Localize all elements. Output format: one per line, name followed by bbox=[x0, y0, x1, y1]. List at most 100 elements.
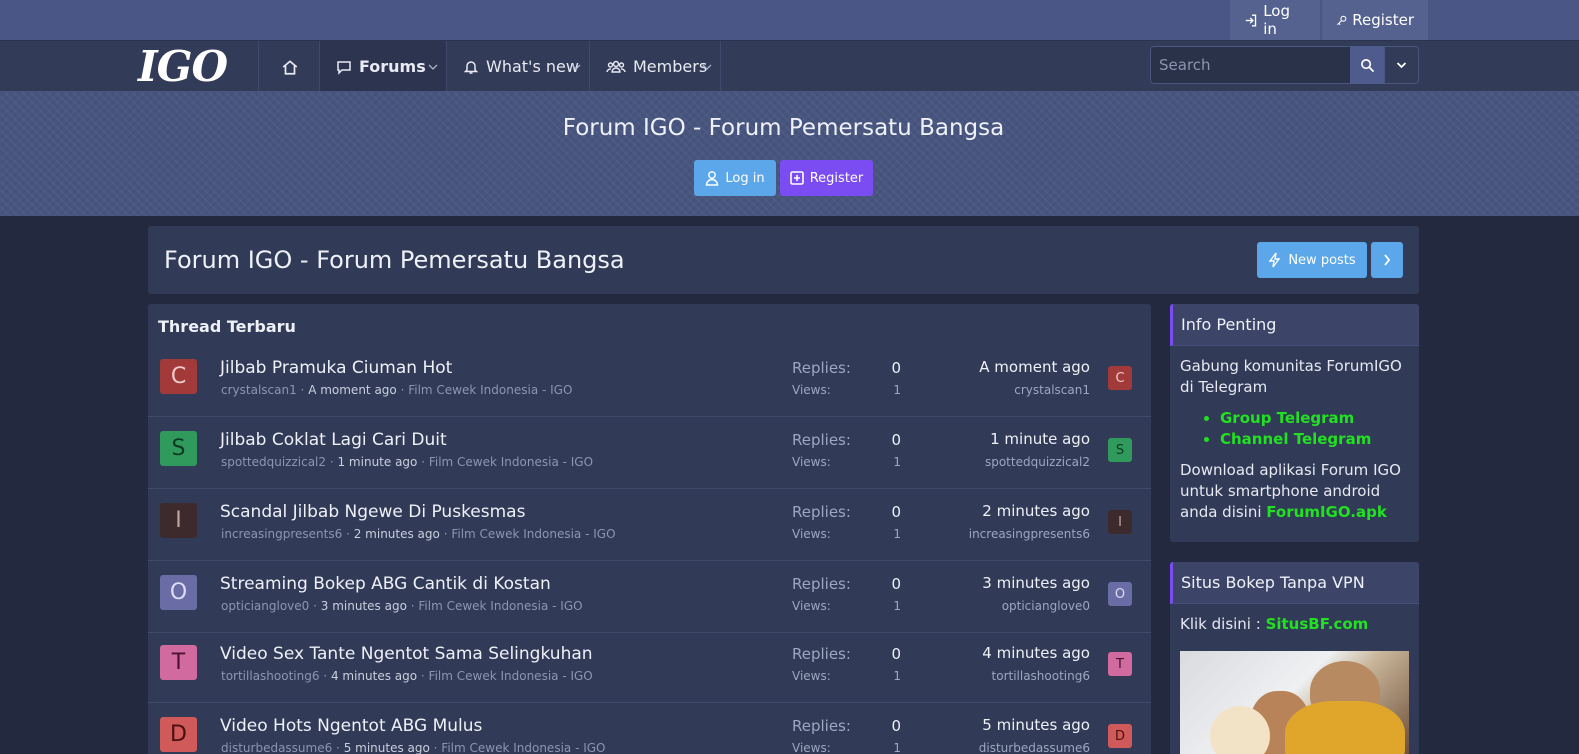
thread-author[interactable]: tortillashooting6 bbox=[221, 669, 319, 683]
last-post-user[interactable]: tortillashooting6 bbox=[928, 669, 1090, 683]
last-poster-avatar[interactable]: S bbox=[1108, 438, 1132, 462]
last-post-user[interactable]: spottedquizzical2 bbox=[928, 455, 1090, 469]
thread-forum[interactable]: Film Cewek Indonesia - IGO bbox=[429, 455, 593, 469]
last-post-user[interactable]: crystalscan1 bbox=[928, 383, 1090, 397]
tab-forums[interactable]: Forums bbox=[320, 41, 446, 92]
avatar[interactable]: T bbox=[160, 645, 197, 680]
thread-meta: spottedquizzical2 · 1 minute ago · Film … bbox=[221, 455, 594, 469]
vpn-site-link[interactable]: SitusBF.com bbox=[1266, 615, 1369, 633]
thread-time[interactable]: 5 minutes ago bbox=[344, 741, 430, 754]
last-poster-avatar[interactable]: D bbox=[1108, 724, 1132, 748]
search-input[interactable] bbox=[1150, 46, 1351, 84]
replies-count: 0 bbox=[891, 645, 901, 663]
thread-row[interactable]: T Video Sex Tante Ngentot Sama Selingkuh… bbox=[148, 632, 1151, 703]
banner-register-button[interactable]: Register bbox=[780, 160, 873, 196]
last-post-user[interactable]: disturbedassume6 bbox=[928, 741, 1090, 754]
last-post-time[interactable]: 5 minutes ago bbox=[928, 716, 1090, 734]
vpn-text: Klik disini : SitusBF.com bbox=[1180, 614, 1409, 635]
thread-author[interactable]: disturbedassume6 bbox=[221, 741, 332, 754]
top-register-link[interactable]: Register bbox=[1322, 0, 1428, 40]
thread-forum[interactable]: Film Cewek Indonesia - IGO bbox=[441, 741, 605, 754]
bolt-icon bbox=[1268, 252, 1281, 268]
search-options-button[interactable] bbox=[1384, 46, 1419, 84]
last-post-time[interactable]: 2 minutes ago bbox=[928, 502, 1090, 520]
thread-forum[interactable]: Film Cewek Indonesia - IGO bbox=[408, 383, 572, 397]
thread-row[interactable]: O Streaming Bokep ABG Cantik di Kostan o… bbox=[148, 562, 1151, 633]
thread-forum[interactable]: Film Cewek Indonesia - IGO bbox=[429, 669, 593, 683]
chevron-down-icon[interactable] bbox=[571, 63, 581, 71]
replies-label: Replies: bbox=[792, 503, 851, 521]
last-poster-avatar[interactable]: T bbox=[1108, 652, 1132, 676]
thread-time[interactable]: 2 minutes ago bbox=[354, 527, 440, 541]
views-count: 1 bbox=[893, 599, 901, 613]
site-logo[interactable]: IGO bbox=[138, 42, 228, 91]
thread-title[interactable]: Video Sex Tante Ngentot Sama Selingkuhan bbox=[220, 644, 593, 664]
tab-whats-new[interactable]: What's new bbox=[447, 41, 589, 92]
views-count: 1 bbox=[893, 669, 901, 683]
views-label: Views: bbox=[792, 455, 831, 469]
last-poster-avatar[interactable]: O bbox=[1108, 582, 1132, 606]
home-icon bbox=[282, 59, 298, 75]
tab-members[interactable]: Members bbox=[590, 41, 720, 92]
vpn-widget-title: Situs Bokep Tanpa VPN bbox=[1170, 562, 1419, 604]
thread-row[interactable]: S Jilbab Coklat Lagi Cari Duit spottedqu… bbox=[148, 418, 1151, 489]
avatar[interactable]: O bbox=[160, 575, 197, 610]
page-title: Forum IGO - Forum Pemersatu Bangsa bbox=[164, 246, 625, 274]
promo-image[interactable] bbox=[1180, 651, 1409, 754]
last-post-time[interactable]: 1 minute ago bbox=[928, 430, 1090, 448]
thread-time[interactable]: A moment ago bbox=[308, 383, 397, 397]
chevron-down-icon[interactable] bbox=[428, 63, 438, 71]
thread-forum[interactable]: Film Cewek Indonesia - IGO bbox=[418, 599, 582, 613]
thread-time[interactable]: 4 minutes ago bbox=[331, 669, 417, 683]
chevron-down-icon[interactable] bbox=[702, 63, 712, 71]
thread-title[interactable]: Scandal Jilbab Ngewe Di Puskesmas bbox=[220, 502, 525, 522]
thread-title[interactable]: Streaming Bokep ABG Cantik di Kostan bbox=[220, 574, 551, 594]
thread-forum[interactable]: Film Cewek Indonesia - IGO bbox=[451, 527, 615, 541]
last-poster-avatar[interactable]: C bbox=[1108, 366, 1132, 390]
thread-meta: opticianglove0 · 3 minutes ago · Film Ce… bbox=[221, 599, 583, 613]
thread-row[interactable]: D Video Hots Ngentot ABG Mulus disturbed… bbox=[148, 704, 1151, 754]
thread-title[interactable]: Video Hots Ngentot ABG Mulus bbox=[220, 716, 482, 736]
thread-author[interactable]: increasingpresents6 bbox=[221, 527, 342, 541]
last-post-user[interactable]: opticianglove0 bbox=[928, 599, 1090, 613]
thread-author[interactable]: crystalscan1 bbox=[221, 383, 297, 397]
page-header: Forum IGO - Forum Pemersatu Bangsa New p… bbox=[148, 226, 1419, 294]
thread-row[interactable]: C Jilbab Pramuka Ciuman Hot crystalscan1… bbox=[148, 346, 1151, 417]
top-login-link[interactable]: Log in bbox=[1230, 0, 1320, 40]
avatar[interactable]: D bbox=[160, 717, 197, 752]
home-link[interactable] bbox=[260, 41, 320, 92]
tab-whats-new-label: What's new bbox=[486, 57, 579, 76]
tab-forums-label: Forums bbox=[359, 57, 426, 76]
apk-download-link[interactable]: ForumIGO.apk bbox=[1266, 503, 1387, 521]
thread-time[interactable]: 1 minute ago bbox=[337, 455, 417, 469]
views-label: Views: bbox=[792, 599, 831, 613]
last-post-time[interactable]: 3 minutes ago bbox=[928, 574, 1090, 592]
replies-count: 0 bbox=[891, 431, 901, 449]
last-post-time[interactable]: A moment ago bbox=[928, 358, 1090, 376]
thread-row[interactable]: I Scandal Jilbab Ngewe Di Puskesmas incr… bbox=[148, 490, 1151, 561]
replies-label: Replies: bbox=[792, 645, 851, 663]
views-label: Views: bbox=[792, 527, 831, 541]
thread-time[interactable]: 3 minutes ago bbox=[321, 599, 407, 613]
channel-telegram-link[interactable]: Channel Telegram bbox=[1220, 429, 1409, 450]
telegram-links: Group Telegram Channel Telegram bbox=[1220, 408, 1409, 450]
last-post-time[interactable]: 4 minutes ago bbox=[928, 644, 1090, 662]
thread-title[interactable]: Jilbab Pramuka Ciuman Hot bbox=[220, 358, 452, 378]
thread-title[interactable]: Jilbab Coklat Lagi Cari Duit bbox=[220, 430, 447, 450]
more-options-button[interactable] bbox=[1371, 242, 1403, 278]
sign-in-icon bbox=[1245, 14, 1257, 26]
avatar[interactable]: I bbox=[160, 503, 197, 538]
avatar[interactable]: C bbox=[160, 359, 197, 394]
last-post-user[interactable]: increasingpresents6 bbox=[928, 527, 1090, 541]
views-label: Views: bbox=[792, 669, 831, 683]
replies-count: 0 bbox=[891, 503, 901, 521]
group-telegram-link[interactable]: Group Telegram bbox=[1220, 408, 1409, 429]
search-button[interactable] bbox=[1350, 46, 1385, 84]
avatar[interactable]: S bbox=[160, 431, 197, 466]
thread-author[interactable]: opticianglove0 bbox=[221, 599, 309, 613]
thread-author[interactable]: spottedquizzical2 bbox=[221, 455, 326, 469]
last-poster-avatar[interactable]: I bbox=[1108, 510, 1132, 534]
views-count: 1 bbox=[893, 527, 901, 541]
new-posts-button[interactable]: New posts bbox=[1257, 242, 1367, 278]
banner-login-button[interactable]: Log in bbox=[694, 160, 776, 196]
